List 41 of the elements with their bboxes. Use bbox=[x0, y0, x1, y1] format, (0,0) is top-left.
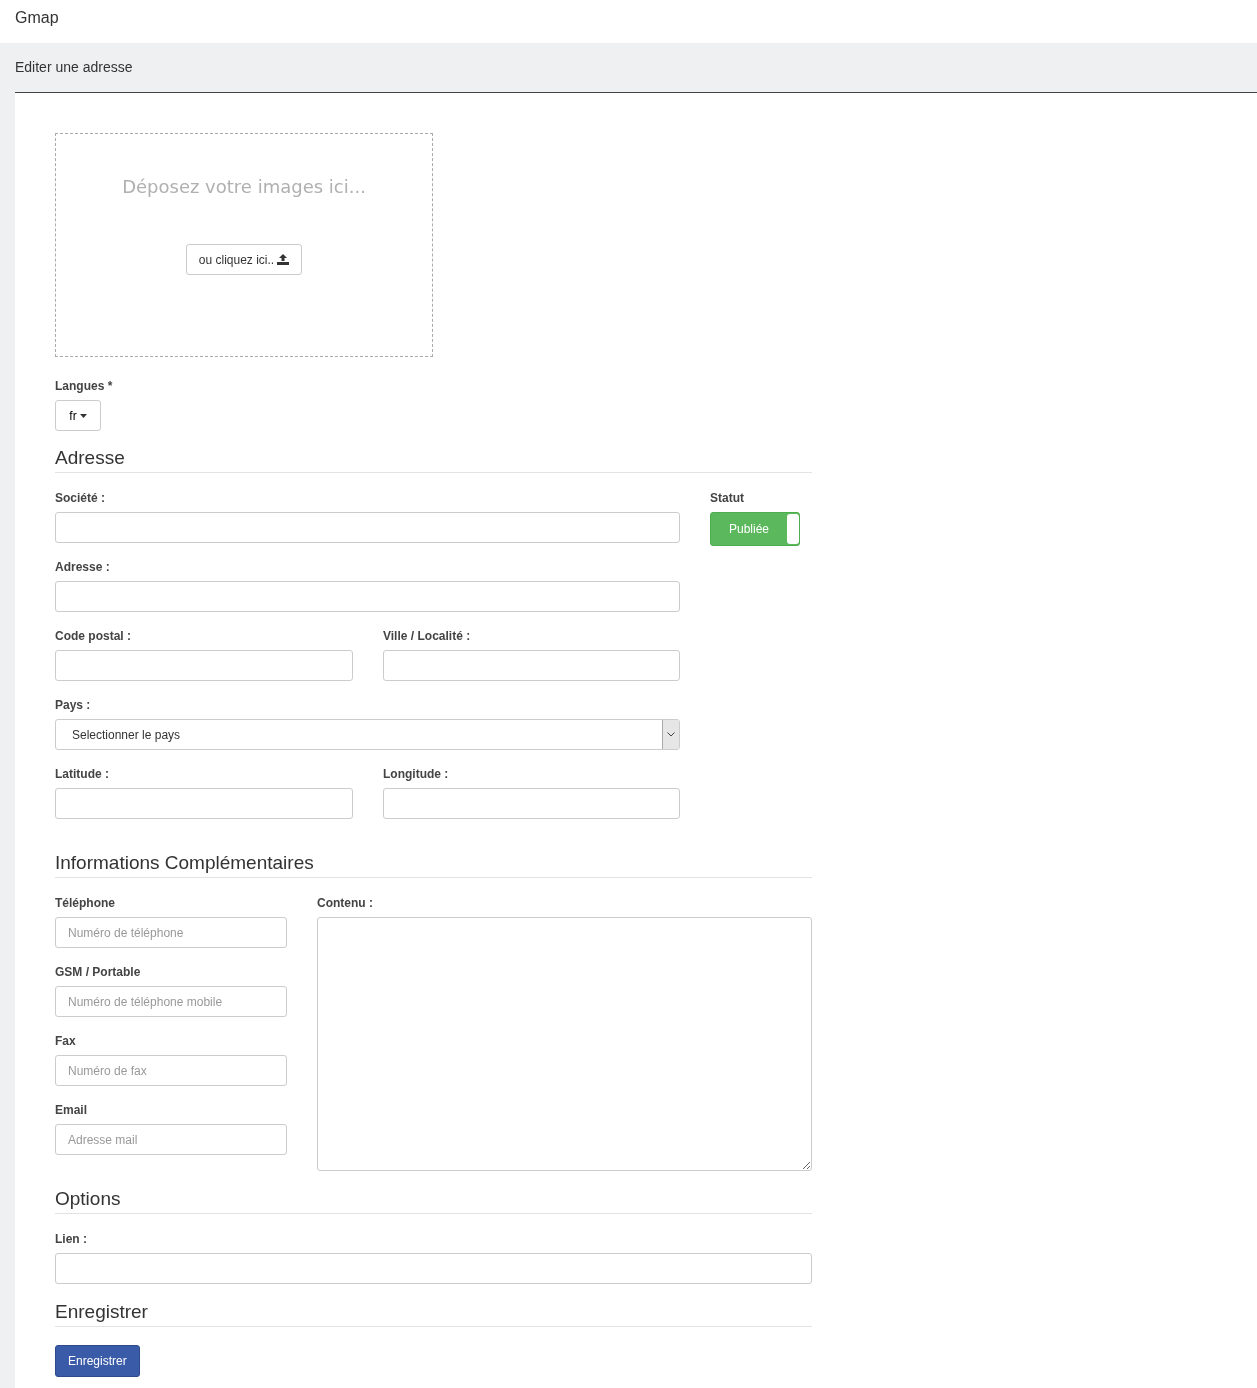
field-label: Code postal : bbox=[55, 629, 132, 643]
image-dropzone[interactable]: Déposez votre images ici... ou cliquez ici.. bbox=[55, 133, 433, 357]
latitude-input[interactable] bbox=[55, 788, 353, 819]
section-heading: Enregistrer bbox=[55, 1301, 812, 1327]
company-input[interactable] bbox=[55, 512, 680, 543]
section-heading: Informations Complémentaires bbox=[55, 852, 812, 878]
contact-input[interactable]: Adresse mail bbox=[55, 1124, 287, 1155]
section-heading: Adresse bbox=[55, 447, 812, 473]
longitude-input[interactable] bbox=[383, 788, 680, 819]
upload-icon bbox=[277, 254, 290, 265]
address-input[interactable] bbox=[55, 581, 680, 612]
postal-code-input[interactable] bbox=[55, 650, 353, 681]
page-title: Editer une adresse bbox=[15, 59, 133, 75]
field-label: Email bbox=[55, 1103, 88, 1117]
field-label: Longitude : bbox=[383, 767, 450, 781]
field-label: Adresse : bbox=[55, 560, 111, 574]
field-label: Contenu : bbox=[317, 896, 374, 910]
field-label: Lien : bbox=[55, 1232, 88, 1246]
field-label: Ville / Localité : bbox=[383, 629, 472, 643]
upload-button[interactable]: ou cliquez ici.. bbox=[185, 244, 303, 275]
city-input[interactable] bbox=[383, 650, 680, 681]
field-label: Pays : bbox=[55, 698, 92, 712]
language-dropdown[interactable]: fr bbox=[55, 400, 101, 431]
caret-icon bbox=[79, 413, 87, 418]
content-textarea[interactable] bbox=[317, 917, 812, 1171]
contact-input[interactable]: Numéro de téléphone mobile bbox=[55, 986, 287, 1017]
contact-input[interactable]: Numéro de téléphone bbox=[55, 917, 287, 948]
field-label: Langues * bbox=[55, 379, 114, 393]
app-title: Gmap bbox=[15, 8, 59, 27]
section-heading: Options bbox=[55, 1188, 812, 1214]
field-label: Téléphone bbox=[55, 896, 116, 910]
field-label: Société : bbox=[55, 491, 106, 505]
field-label: Fax bbox=[55, 1034, 77, 1048]
country-select[interactable]: Selectionner le pays bbox=[55, 719, 680, 750]
contact-input[interactable]: Numéro de fax bbox=[55, 1055, 287, 1086]
field-label: Statut bbox=[710, 491, 745, 505]
dropzone-message: Déposez votre images ici... bbox=[122, 176, 366, 197]
link-input[interactable] bbox=[55, 1253, 812, 1284]
field-label: GSM / Portable bbox=[55, 965, 142, 979]
save-button[interactable]: Enregistrer bbox=[55, 1345, 140, 1377]
field-label: Latitude : bbox=[55, 767, 110, 781]
